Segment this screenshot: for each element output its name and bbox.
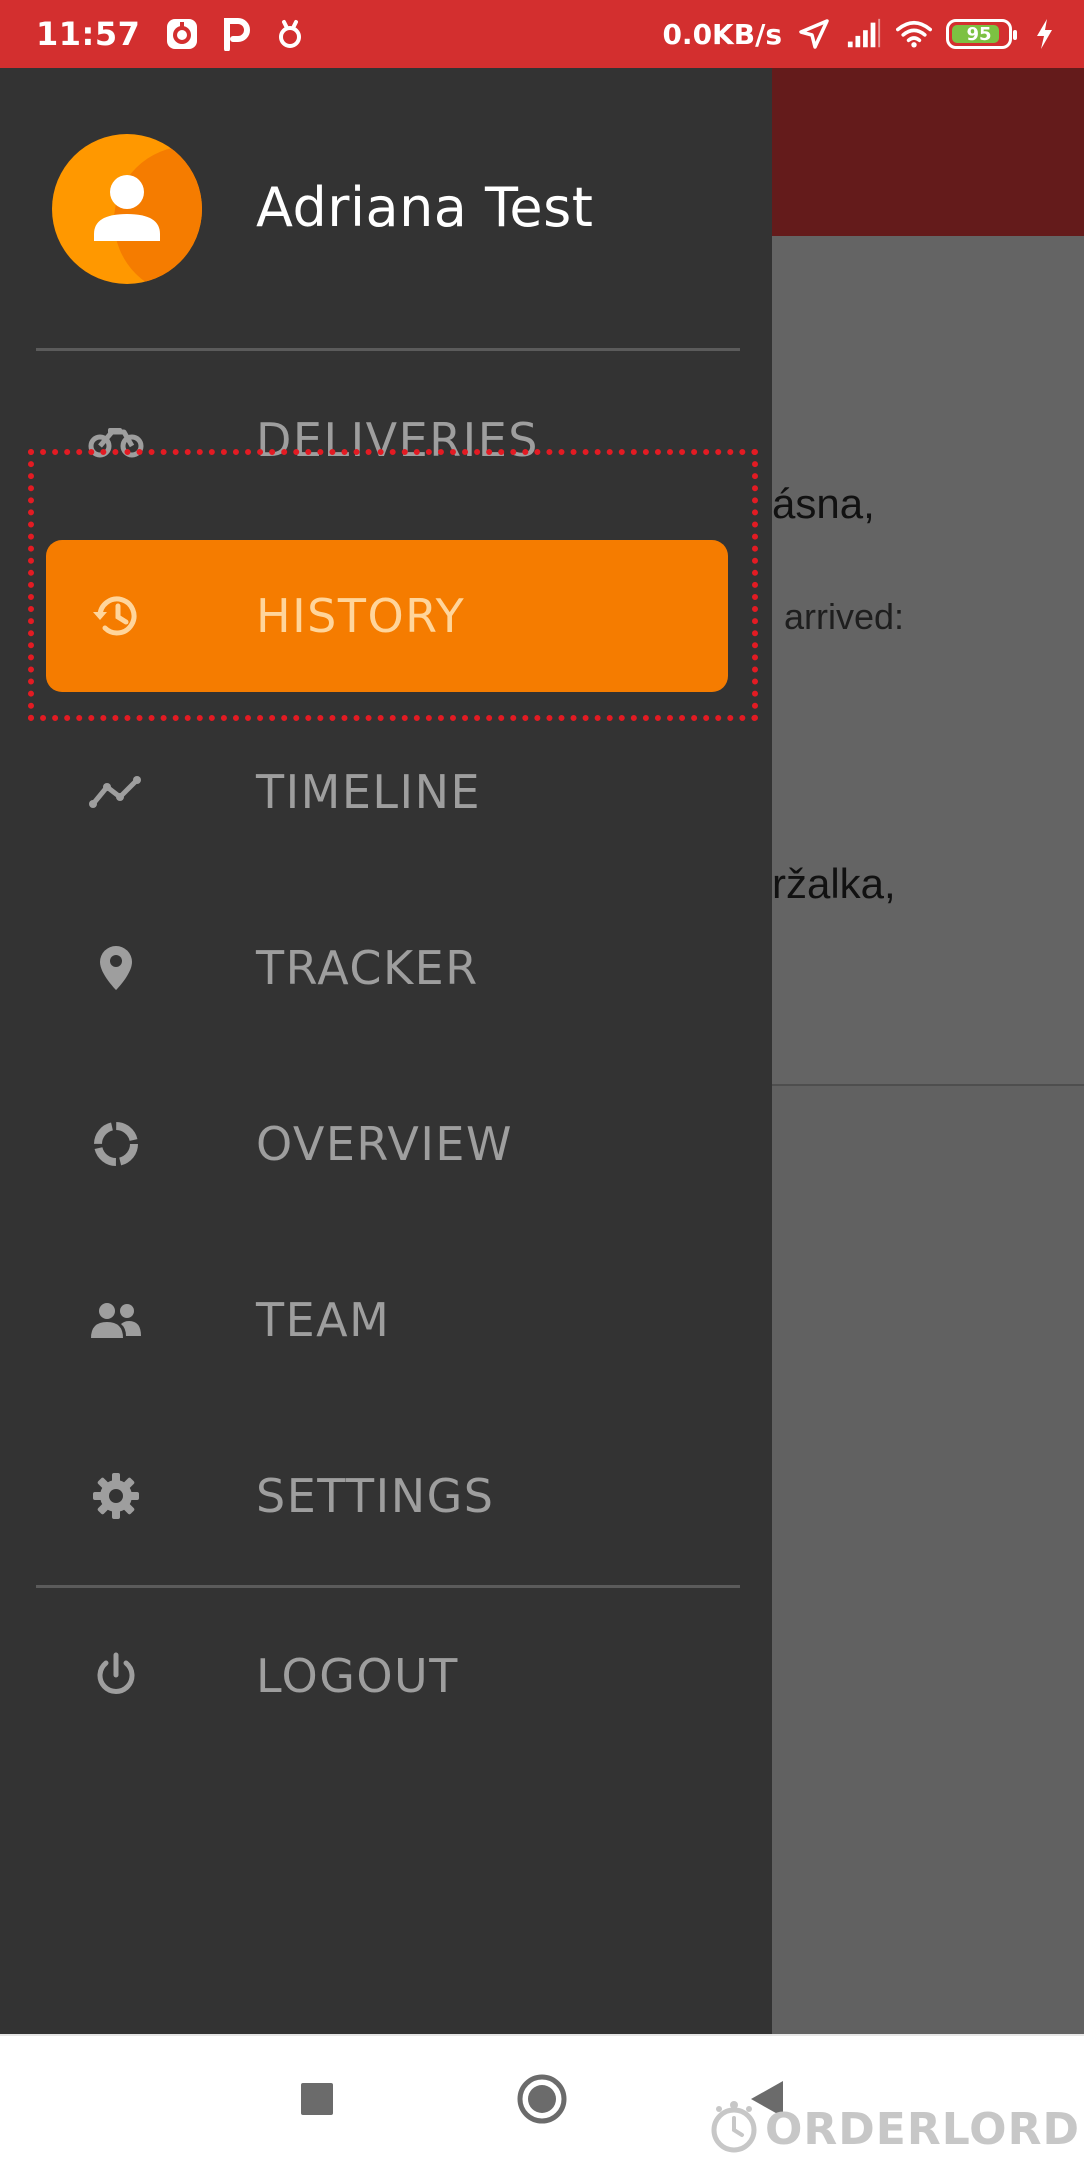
recents-square-icon — [299, 2081, 335, 2122]
menu-item-tracker[interactable]: TRACKER — [46, 892, 728, 1044]
signal-icon — [846, 16, 882, 52]
location-pin-icon — [86, 938, 146, 998]
user-name: Adriana Test — [256, 176, 594, 239]
menu-item-logout[interactable]: LOGOUT — [46, 1600, 728, 1752]
battery-icon: 95 — [946, 19, 1017, 49]
status-right-icons: 0.0KB/s 95 — [662, 16, 1062, 52]
divider — [36, 1585, 740, 1588]
battery-level: 95 — [966, 23, 992, 45]
person-icon — [94, 175, 160, 241]
menu-item-timeline[interactable]: TIMELINE — [46, 716, 728, 868]
home-button[interactable] — [487, 2036, 597, 2164]
app-notification-icon — [164, 16, 200, 52]
status-left-icons — [164, 16, 308, 52]
status-bar: 11:57 0.0KB/s 95 — [0, 0, 1084, 68]
network-speed: 0.0KB/s — [662, 17, 782, 51]
menu-item-label: TIMELINE — [256, 765, 482, 819]
power-icon — [86, 1646, 146, 1706]
divider — [36, 348, 740, 351]
menu-item-label: OVERVIEW — [256, 1117, 513, 1171]
menu-item-label: TEAM — [256, 1293, 391, 1347]
parking-p-icon — [218, 16, 254, 52]
menu-item-label: SETTINGS — [256, 1469, 495, 1523]
menu-item-settings[interactable]: SETTINGS — [46, 1420, 728, 1572]
drawer-profile: Adriana Test — [0, 68, 772, 350]
recents-button[interactable] — [262, 2036, 372, 2164]
donut-chart-icon — [86, 1114, 146, 1174]
system-nav-bar: ORDERLORD — [0, 2034, 1084, 2164]
home-circle-icon — [516, 2073, 568, 2130]
menu-item-label: LOGOUT — [256, 1649, 459, 1703]
orderlord-watermark: ORDERLORD — [709, 2099, 1080, 2160]
status-time: 11:57 — [36, 15, 141, 53]
stopwatch-icon — [709, 2099, 759, 2160]
background-text-1: ásna, — [772, 480, 875, 527]
navigation-drawer: Adriana Test DELIVERIES HISTORY TIMELINE… — [0, 68, 772, 2034]
gear-icon — [86, 1466, 146, 1526]
background-text-2: arrived: — [784, 596, 905, 637]
background-text-3: ržalka, — [772, 860, 896, 907]
bug-icon — [272, 16, 308, 52]
charging-icon — [1026, 16, 1062, 52]
avatar[interactable] — [52, 134, 202, 284]
watermark-text: ORDERLORD — [764, 2104, 1080, 2155]
people-icon — [86, 1290, 146, 1350]
menu-item-label: TRACKER — [256, 941, 479, 995]
menu-item-team[interactable]: TEAM — [46, 1244, 728, 1396]
menu-item-overview[interactable]: OVERVIEW — [46, 1068, 728, 1220]
wifi-icon — [896, 16, 932, 52]
timeline-icon — [86, 762, 146, 822]
location-arrow-icon — [796, 16, 832, 52]
highlight-frame — [28, 449, 758, 721]
